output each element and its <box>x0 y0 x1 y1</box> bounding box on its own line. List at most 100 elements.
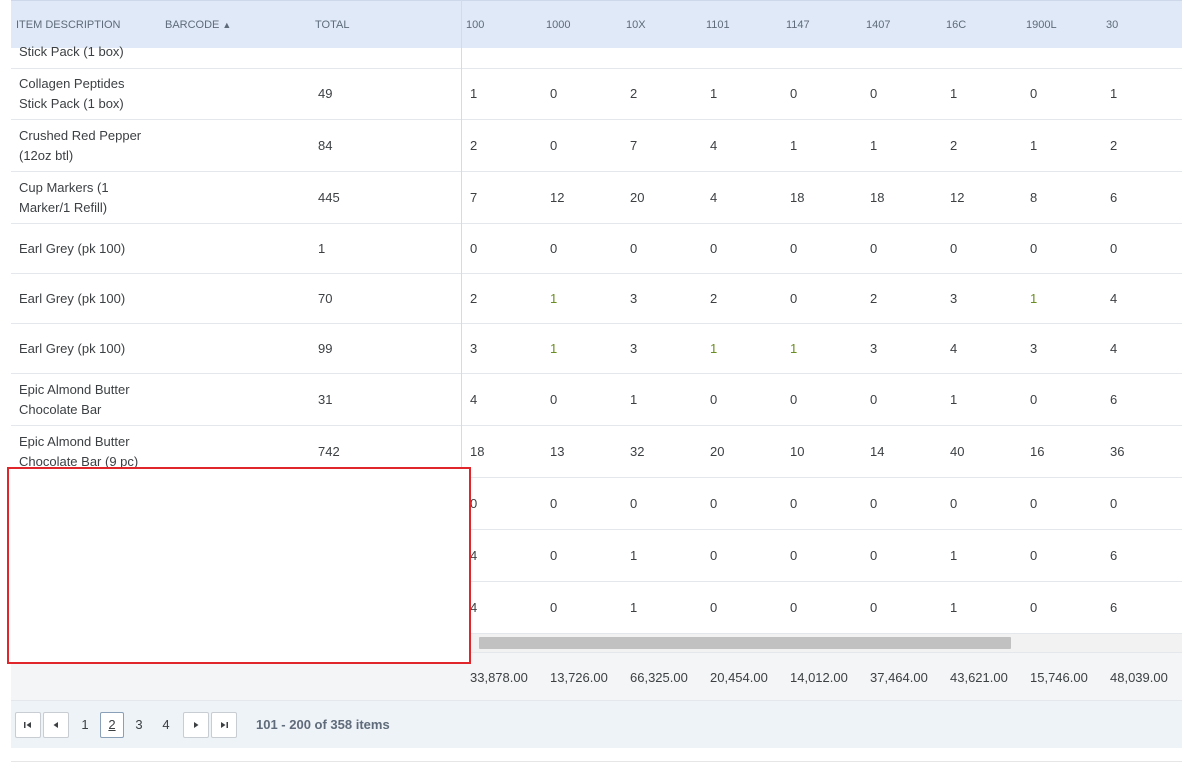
column-header-barcode[interactable]: BARCODE ▲ <box>165 1 231 49</box>
quantity-cell: 0 <box>710 241 718 256</box>
quantity-cell: 2 <box>470 291 478 306</box>
column-total: 37,464.00 <box>870 670 928 685</box>
quantity-cell: 2 <box>630 86 638 101</box>
quantity-cell: 4 <box>1110 291 1118 306</box>
quantity-cell: 4 <box>710 190 718 205</box>
quantity-cell: 3 <box>870 341 878 356</box>
quantity-cell: 1 <box>710 86 718 101</box>
table-row[interactable]: Earl Grey (pk 100) 1 0 0 0 0 0 0 0 0 0 <box>11 224 1182 274</box>
quantity-cell: 1 <box>630 600 638 615</box>
last-page-button[interactable] <box>211 712 237 738</box>
quantity-cell: 0 <box>470 241 478 256</box>
quantity-cell: 0 <box>710 600 718 615</box>
quantity-cell: 1 <box>950 392 958 407</box>
page-number-4[interactable]: 4 <box>154 712 178 738</box>
quantity-cell: 20 <box>630 190 645 205</box>
column-header-16c[interactable]: 16C <box>946 1 966 49</box>
quantity-cell: 13 <box>550 444 565 459</box>
column-header-10x[interactable]: 10X <box>626 1 646 49</box>
column-header-1101[interactable]: 1101 <box>706 1 730 49</box>
quantity-cell: 6 <box>1110 548 1118 563</box>
page-number-2[interactable]: 2 <box>100 712 124 738</box>
quantity-cell: 4 <box>470 392 478 407</box>
quantity-cell: 0 <box>1030 392 1038 407</box>
quantity-cell: 1 <box>870 138 878 153</box>
quantity-cell: 2 <box>1110 138 1118 153</box>
quantity-cell: 1 <box>950 600 958 615</box>
quantity-cell: 0 <box>950 496 958 511</box>
quantity-cell: 4 <box>950 341 958 356</box>
quantity-cell: 1 <box>1030 291 1038 306</box>
quantity-cell: 0 <box>550 392 558 407</box>
quantity-cell: 2 <box>870 291 878 306</box>
quantity-cell: 1 <box>1030 138 1038 153</box>
page-number-3[interactable]: 3 <box>127 712 151 738</box>
item-description: Cup Markers (1 <box>19 180 109 195</box>
divider <box>11 761 1182 762</box>
column-header-1000[interactable]: 1000 <box>546 1 570 49</box>
item-description: Chocolate Bar <box>19 402 102 417</box>
column-total: 20,454.00 <box>710 670 768 685</box>
quantity-cell: 0 <box>790 291 798 306</box>
horizontal-scrollbar[interactable] <box>462 634 1182 652</box>
total-cell: 99 <box>318 341 333 356</box>
quantity-cell: 0 <box>870 392 878 407</box>
quantity-cell: 7 <box>630 138 638 153</box>
column-header-1147[interactable]: 1147 <box>786 1 810 49</box>
quantity-cell: 2 <box>470 138 478 153</box>
quantity-cell: 0 <box>870 600 878 615</box>
total-cell: 1 <box>318 241 326 256</box>
column-header-100[interactable]: 100 <box>466 1 484 49</box>
table-row[interactable]: Crushed Red Pepper (12oz btl) 84 2 0 7 4 1 1 2 1 2 <box>11 120 1182 172</box>
quantity-cell: 0 <box>870 548 878 563</box>
table-row[interactable]: Epic Almond Butter Chocolate Bar 31 4 0 1 0 0 0 1… <box>11 374 1182 426</box>
item-description: Marker/1 Refill) <box>19 200 108 215</box>
quantity-cell: 0 <box>950 241 958 256</box>
quantity-cell: 1 <box>550 341 558 356</box>
table-row[interactable]: Earl Grey (pk 100) 70 2 1 3 2 0 2 3 1 4 <box>11 274 1182 324</box>
quantity-cell: 4 <box>1110 341 1118 356</box>
column-header-total[interactable]: TOTAL <box>315 1 349 49</box>
column-header-30[interactable]: 30 <box>1106 1 1118 49</box>
column-header-1900l[interactable]: 1900L <box>1026 1 1057 49</box>
table-row[interactable]: Cup Markers (1 Marker/1 Refill) 445 7 12 20 4 1… <box>11 172 1182 224</box>
quantity-cell: 0 <box>790 600 798 615</box>
quantity-cell: 6 <box>1110 600 1118 615</box>
quantity-cell: 1 <box>630 392 638 407</box>
table-row[interactable]: Collagen Peptides Stick Pack (1 box) 49 1 0 2… <box>11 68 1182 120</box>
quantity-cell: 16 <box>1030 444 1045 459</box>
quantity-cell: 4 <box>710 138 718 153</box>
item-description: Stick Pack (1 box) <box>19 96 124 111</box>
quantity-cell: 3 <box>630 341 638 356</box>
first-page-button[interactable] <box>15 712 41 738</box>
quantity-cell: 0 <box>1030 241 1038 256</box>
quantity-cell: 20 <box>710 444 725 459</box>
table-row[interactable]: Stick Pack (1 box) <box>11 44 1182 69</box>
quantity-cell: 32 <box>630 444 645 459</box>
item-description: Earl Grey (pk 100) <box>19 241 126 256</box>
quantity-cell: 0 <box>870 496 878 511</box>
column-total: 43,621.00 <box>950 670 1008 685</box>
quantity-cell: 12 <box>550 190 565 205</box>
item-description: Stick Pack (1 box) <box>19 44 124 59</box>
quantity-cell: 40 <box>950 444 965 459</box>
scrollbar-thumb[interactable] <box>479 637 1011 649</box>
quantity-cell: 1 <box>630 548 638 563</box>
quantity-cell: 0 <box>550 548 558 563</box>
column-header-barcode-label: BARCODE <box>165 19 220 31</box>
table-row[interactable]: Earl Grey (pk 100) 99 3 1 3 1 1 3 4 3 4 <box>11 324 1182 374</box>
quantity-cell: 6 <box>1110 190 1118 205</box>
quantity-cell: 3 <box>470 341 478 356</box>
column-header-1407[interactable]: 1407 <box>866 1 890 49</box>
previous-page-button[interactable] <box>43 712 69 738</box>
quantity-cell: 0 <box>710 392 718 407</box>
page-number-1[interactable]: 1 <box>73 712 97 738</box>
previous-page-icon <box>53 722 58 728</box>
next-page-button[interactable] <box>183 712 209 738</box>
quantity-cell: 1 <box>790 341 798 356</box>
column-total: 66,325.00 <box>630 670 688 685</box>
quantity-cell: 0 <box>470 496 478 511</box>
quantity-cell: 0 <box>870 86 878 101</box>
quantity-cell: 0 <box>550 86 558 101</box>
quantity-cell: 7 <box>470 190 478 205</box>
